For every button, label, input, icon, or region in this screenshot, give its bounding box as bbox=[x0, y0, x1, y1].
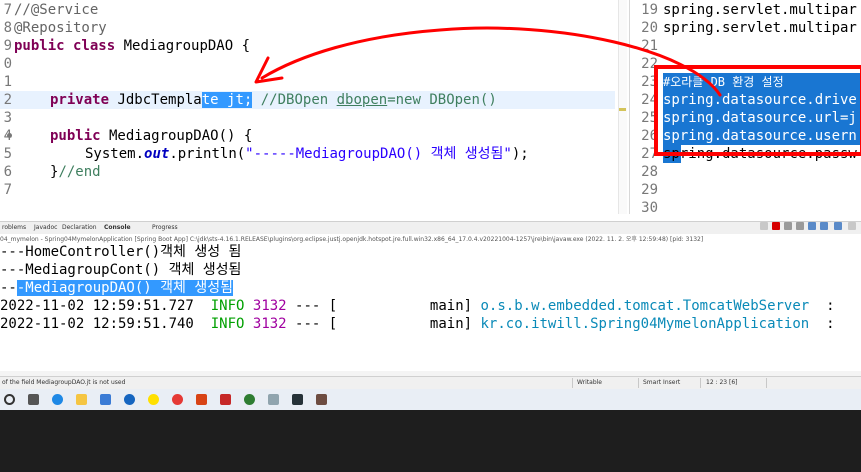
windows-taskbar bbox=[0, 389, 861, 410]
app-icon[interactable] bbox=[268, 394, 279, 405]
chrome-icon[interactable] bbox=[172, 394, 183, 405]
whale-icon[interactable] bbox=[244, 394, 255, 405]
tab-javadoc[interactable]: Javadoc bbox=[34, 224, 57, 231]
tab-progress[interactable]: Progress bbox=[152, 224, 178, 231]
remove-launch-icon[interactable] bbox=[784, 222, 792, 230]
console-output[interactable]: ---HomeController()객체 생성 됨 ---Mediagroup… bbox=[0, 243, 861, 371]
mail-icon[interactable] bbox=[124, 394, 135, 405]
status-writable: Writable bbox=[577, 379, 602, 386]
tab-console[interactable]: Console bbox=[104, 224, 131, 231]
red-arrow-annotation bbox=[254, 26, 722, 97]
desktop-background bbox=[0, 410, 861, 472]
console-launch-path: 04_mymelon - Spring04MymelonApplication … bbox=[0, 234, 861, 243]
minimize-icon[interactable] bbox=[848, 222, 856, 230]
powerpoint-icon[interactable] bbox=[196, 394, 207, 405]
log-line: 2022-11-02 12:59:51.740 INFO 3132 --- [ … bbox=[0, 316, 835, 332]
console-tab-bar: roblems Javadoc Declaration Console Prog… bbox=[0, 221, 861, 234]
status-separator bbox=[700, 378, 701, 388]
tab-problems[interactable]: roblems bbox=[2, 224, 26, 231]
open-console-icon[interactable] bbox=[834, 222, 842, 230]
pin-icon[interactable] bbox=[760, 222, 768, 230]
status-insert-mode: Smart Insert bbox=[643, 379, 681, 386]
edge-icon[interactable] bbox=[52, 394, 63, 405]
status-message: of the field MediagroupDAO.jt is not use… bbox=[2, 379, 126, 386]
search-icon[interactable] bbox=[4, 394, 15, 405]
game-icon[interactable] bbox=[316, 394, 327, 405]
store-icon[interactable] bbox=[100, 394, 111, 405]
sts-icon[interactable] bbox=[220, 394, 231, 405]
word-wrap-icon[interactable] bbox=[820, 222, 828, 230]
clear-console-icon[interactable] bbox=[796, 222, 804, 230]
explorer-icon[interactable] bbox=[76, 394, 87, 405]
taskview-icon[interactable] bbox=[28, 394, 39, 405]
status-separator bbox=[638, 378, 639, 388]
terminate-icon[interactable] bbox=[772, 222, 780, 230]
status-separator bbox=[766, 378, 767, 388]
log-line: 2022-11-02 12:59:51.727 INFO 3132 --- [ … bbox=[0, 298, 835, 314]
console-line: ---HomeController()객체 생성 됨 bbox=[0, 244, 242, 260]
status-separator bbox=[572, 378, 573, 388]
status-cursor-position: 12 : 23 [6] bbox=[706, 379, 738, 386]
scroll-lock-icon[interactable] bbox=[808, 222, 816, 230]
kakaotalk-icon[interactable] bbox=[148, 394, 159, 405]
console-line: ---MediagroupCont() 객체 생성됨 bbox=[0, 262, 242, 278]
tab-declaration[interactable]: Declaration bbox=[62, 224, 97, 231]
status-bar: of the field MediagroupDAO.jt is not use… bbox=[0, 376, 861, 389]
text-selection: -MediagroupDAO() 객체 생성됨 bbox=[16, 280, 233, 296]
terminal-icon[interactable] bbox=[292, 394, 303, 405]
console-line: ---MediagroupDAO() 객체 생성됨 bbox=[0, 280, 233, 296]
